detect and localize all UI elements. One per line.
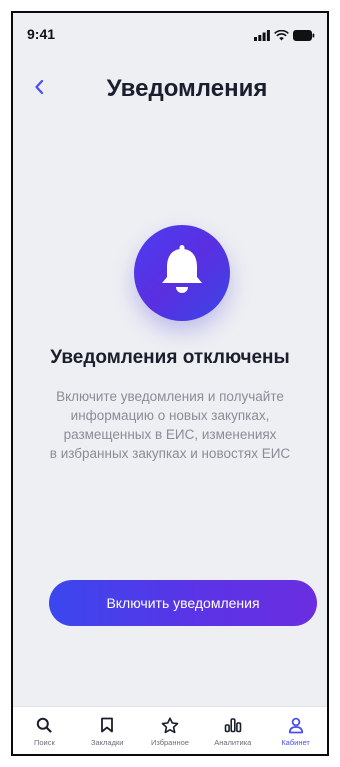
tab-favorites[interactable]: Избранное <box>139 715 201 747</box>
description-line: Включите уведомления и получайте <box>56 389 284 404</box>
search-icon <box>34 715 54 735</box>
phone-screen: 9:41 Уведомления Уведомления отключены В… <box>11 11 329 756</box>
empty-state-title: Уведомления отключены <box>50 347 290 368</box>
tab-bookmarks[interactable]: Закладки <box>76 715 138 747</box>
signal-icon <box>254 28 270 46</box>
analytics-icon <box>223 715 243 735</box>
wifi-icon <box>274 28 289 46</box>
profile-icon <box>286 715 306 735</box>
description-line: информацию о новых закупках, <box>70 408 270 423</box>
status-icons <box>254 28 315 46</box>
notification-illustration <box>134 225 230 321</box>
tab-analytics[interactable]: Аналитика <box>202 715 264 747</box>
nav-header: Уведомления <box>13 71 327 111</box>
bookmark-icon <box>97 715 117 735</box>
description-line: размещенных в ЕИС, изменениях <box>63 427 277 442</box>
bell-icon <box>156 243 208 304</box>
star-icon <box>160 715 180 735</box>
tab-cabinet[interactable]: Кабинет <box>265 715 327 747</box>
empty-state-description: Включите уведомления и получайте информа… <box>33 387 307 463</box>
status-bar: 9:41 <box>13 13 327 53</box>
description-line: в избранных закупках и новостях ЕИС <box>49 446 291 461</box>
tab-label: Закладки <box>90 738 124 747</box>
status-time: 9:41 <box>27 26 56 42</box>
tab-label: Кабинет <box>281 738 310 747</box>
tab-search[interactable]: Поиск <box>13 715 75 747</box>
battery-icon <box>293 28 315 46</box>
tab-label: Поиск <box>33 738 55 747</box>
enable-notifications-button[interactable]: Включить уведомления <box>49 580 317 626</box>
tab-label: Аналитика <box>214 738 252 747</box>
page-title: Уведомления <box>106 75 268 102</box>
bottom-tab-bar: Поиск Закладки Избранное Аналитика Кабин… <box>13 706 327 754</box>
tab-label: Избранное <box>150 738 189 747</box>
